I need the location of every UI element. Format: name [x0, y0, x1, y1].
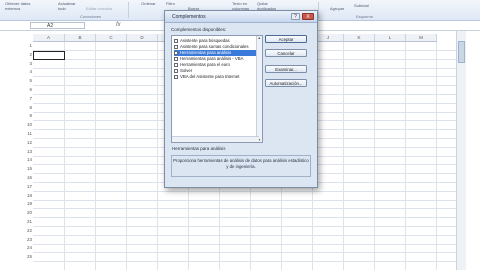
- name-box[interactable]: A2: [30, 22, 85, 29]
- addin-description: Proporciona herramientas de análisis de …: [171, 155, 311, 177]
- row-header-16[interactable]: 16: [24, 174, 33, 182]
- subtotal-button[interactable]: Subtotal: [354, 3, 369, 8]
- checkbox-icon[interactable]: [174, 56, 178, 61]
- row-header-3[interactable]: 3: [24, 60, 33, 68]
- addins-dialog: Complementos ? X Complementos disponible…: [164, 10, 318, 188]
- checkbox-icon[interactable]: [174, 50, 178, 55]
- row-header-20[interactable]: 20: [24, 209, 33, 217]
- list-vertical-scrollbar[interactable]: ▲ ▼: [256, 36, 262, 142]
- column-header-a[interactable]: A: [33, 34, 65, 42]
- available-addins-label: Complementos disponibles:: [171, 27, 227, 32]
- row-header-18[interactable]: 18: [24, 192, 33, 200]
- dialog-title: Complementos: [172, 14, 206, 20]
- grid-hline: [33, 208, 456, 210]
- row-header-11[interactable]: 11: [24, 130, 33, 138]
- grid-hline: [33, 217, 456, 219]
- row-header-22[interactable]: 22: [24, 227, 33, 235]
- column-header-c[interactable]: C: [96, 34, 127, 42]
- grid-hline: [33, 234, 456, 236]
- refresh-all-button[interactable]: Actualizar todo: [58, 1, 80, 11]
- column-header-d[interactable]: D: [127, 34, 158, 42]
- row-header-19[interactable]: 19: [24, 200, 33, 208]
- addin-label: Asistente para búsquedas: [180, 38, 230, 43]
- row-header-14[interactable]: 14: [24, 156, 33, 164]
- row-header-9[interactable]: 9: [24, 112, 33, 120]
- edit-links-button[interactable]: Editar vínculos: [86, 6, 112, 11]
- vertical-scrollbar[interactable]: [456, 31, 466, 270]
- grid-hline: [33, 226, 456, 227]
- addin-label: Solver: [180, 68, 193, 73]
- ok-button[interactable]: Aceptar: [265, 35, 307, 43]
- get-external-data-button[interactable]: Obtener datos externos: [5, 1, 39, 11]
- grid-hline: [33, 261, 456, 263]
- scroll-up-icon[interactable]: ▲: [258, 36, 261, 40]
- ribbon-separator: [318, 2, 319, 18]
- browse-button[interactable]: Examinar...: [265, 65, 307, 73]
- group-button[interactable]: Agrupar: [330, 6, 344, 11]
- active-cell[interactable]: [33, 51, 65, 60]
- addin-label: Herramientas para análisis: [180, 50, 232, 55]
- checkbox-icon[interactable]: [174, 44, 178, 49]
- close-icon[interactable]: X: [302, 13, 314, 20]
- row-header-1[interactable]: 1: [24, 42, 33, 50]
- ribbon-separator: [128, 2, 129, 18]
- help-icon[interactable]: ?: [291, 13, 300, 20]
- grid-hline: [33, 190, 456, 192]
- checkbox-icon[interactable]: [174, 74, 178, 79]
- checkbox-icon[interactable]: [174, 68, 178, 73]
- cancel-button[interactable]: Cancelar: [265, 49, 307, 57]
- row-header-13[interactable]: 13: [24, 148, 33, 156]
- dialog-titlebar[interactable]: Complementos ? X: [165, 11, 317, 23]
- description-text: Proporciona herramientas de análisis de …: [173, 158, 309, 169]
- row-header-12[interactable]: 12: [24, 139, 33, 147]
- list-horizontal-scrollbar[interactable]: [172, 136, 259, 142]
- ribbon-group-connections: Conexiones: [80, 14, 102, 19]
- grid-hline: [33, 243, 456, 245]
- addin-label: Herramientas para el euro: [180, 62, 230, 67]
- row-header-8[interactable]: 8: [24, 104, 33, 112]
- addin-label: Asistente para sumas condicionales: [180, 44, 249, 49]
- selected-addin-name: Herramientas para análisis: [172, 146, 226, 151]
- addins-list[interactable]: Asistente para búsquedas Asistente para …: [171, 35, 263, 143]
- row-header-6[interactable]: 6: [24, 86, 33, 94]
- row-header-23[interactable]: 23: [24, 236, 33, 244]
- column-header-b[interactable]: B: [65, 34, 96, 42]
- fx-icon[interactable]: fx: [116, 22, 121, 28]
- row-header-21[interactable]: 21: [24, 218, 33, 226]
- row-header-24[interactable]: 24: [24, 244, 33, 252]
- ribbon-group-outline: Esquema: [356, 14, 373, 19]
- row-header-7[interactable]: 7: [24, 95, 33, 103]
- row-header-4[interactable]: 4: [24, 68, 33, 76]
- addin-item[interactable]: VBA del Asistente para Internet: [174, 74, 256, 80]
- addin-label: Herramientas para análisis - VBA: [180, 56, 244, 61]
- checkbox-icon[interactable]: [174, 38, 178, 43]
- filter-button[interactable]: Filtro: [166, 1, 175, 6]
- row-header-25[interactable]: 25: [24, 253, 33, 261]
- scroll-thumb[interactable]: [458, 41, 465, 63]
- row-header-5[interactable]: 5: [24, 77, 33, 85]
- row-header-17[interactable]: 17: [24, 183, 33, 191]
- sort-button[interactable]: Ordenar: [141, 1, 156, 6]
- grid-hline: [33, 199, 456, 201]
- addin-label: VBA del Asistente para Internet: [180, 74, 240, 79]
- checkbox-icon[interactable]: [174, 62, 178, 67]
- column-header-m[interactable]: M: [406, 34, 437, 42]
- column-header-k[interactable]: K: [344, 34, 375, 42]
- row-header-15[interactable]: 15: [24, 165, 33, 173]
- column-header-l[interactable]: L: [375, 34, 406, 42]
- row-header-2[interactable]: 2: [24, 51, 33, 59]
- automation-button[interactable]: Automatización...: [265, 79, 307, 87]
- grid-hline: [33, 252, 456, 254]
- row-header-10[interactable]: 10: [24, 121, 33, 129]
